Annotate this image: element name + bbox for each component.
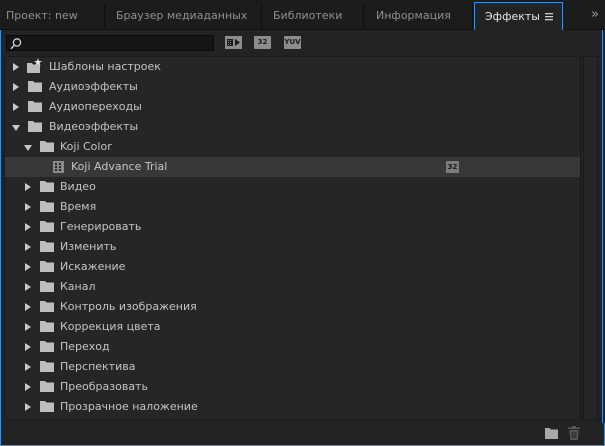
folder-icon [40,381,54,392]
expand-arrow-icon[interactable] [25,223,31,231]
folder-icon [40,341,54,352]
tree-row-label: Контроль изображения [60,300,197,313]
tree-row-color-correction[interactable]: Коррекция цвета [5,317,580,337]
new-bin-icon[interactable] [545,428,558,439]
tab-project[interactable]: Проект: new [6,2,106,29]
search-input[interactable] [25,36,211,50]
expand-arrow-icon[interactable] [25,403,31,411]
tree-row-image-control[interactable]: Контроль изображения [5,297,580,317]
preset-folder-icon [27,58,42,73]
tab-divider [104,4,105,28]
expand-arrow-icon[interactable] [25,243,31,251]
tree-row-audio-transitions[interactable]: Аудиопереходы [5,97,580,117]
tab-divider [363,4,364,28]
expand-arrow-icon[interactable] [13,103,19,111]
tree-row-generate[interactable]: Генерировать [5,217,580,237]
32bit-badge-icon: 32 [446,161,459,173]
32bit-effects-filter-button[interactable]: 32 [254,36,271,49]
tree-row-time[interactable]: Время [5,197,580,217]
expand-arrow-icon[interactable] [25,343,31,351]
tree-row-label: Аудиоэффекты [49,80,138,93]
effects-panel: Проект: new Браузер медиаданных Библиоте… [0,0,605,446]
tree-row-adjust[interactable]: Изменить [5,237,580,257]
tree-row-label: Аудиопереходы [49,100,142,113]
folder-icon [40,201,54,212]
tree-row-label: Канал [60,280,96,293]
folder-icon [40,321,54,332]
folder-icon [40,141,54,152]
folder-icon [40,241,54,252]
folder-icon [40,221,54,232]
effects-tree: Шаблоны настроек Аудиоэффекты Аудиоперех… [4,56,581,420]
expand-arrow-icon[interactable] [13,83,19,91]
folder-icon [40,301,54,312]
tree-row-label: Koji Color [60,140,112,153]
tab-effects-label: Эффекты [485,10,540,23]
expand-arrow-icon[interactable] [13,63,19,71]
folder-icon [40,281,54,292]
tab-divider [472,4,473,28]
expand-arrow-icon[interactable] [25,183,31,191]
folder-icon [40,181,54,192]
folder-icon [40,261,54,272]
tree-row-label: Искажение [60,260,126,273]
expand-arrow-icon[interactable] [25,303,31,311]
tree-row-koji-color[interactable]: Koji Color [5,137,580,157]
accelerated-effects-filter-button[interactable] [225,36,242,49]
tree-row-label: Перспектива [60,360,136,373]
effects-toolbar: 32 YUV [1,30,602,55]
tab-effects[interactable]: Эффекты [474,2,563,30]
tree-row-keying[interactable]: Прозрачное наложение [5,397,580,417]
tab-divider [261,4,262,28]
expand-arrow-icon[interactable] [25,363,31,371]
folder-icon [28,81,42,92]
trash-icon[interactable] [568,426,580,440]
search-field[interactable] [6,35,214,51]
expand-arrow-icon[interactable] [25,263,31,271]
search-icon [10,38,22,50]
expand-arrow-icon[interactable] [25,323,31,331]
tree-row-label: Видеоэффекты [49,120,139,133]
folder-icon [40,401,54,412]
tree-row-label: Генерировать [60,220,142,233]
tab-media-browser[interactable]: Браузер медиаданных [116,2,256,29]
tab-info[interactable]: Информация [376,2,466,29]
tree-row-label: Прозрачное наложение [60,400,198,413]
yuv-effects-filter-button[interactable]: YUV [284,36,301,49]
accelerated-effects-icon [225,36,242,49]
tree-row-label: Коррекция цвета [60,320,161,333]
collapse-arrow-icon[interactable] [24,145,32,151]
tree-row-label: Время [60,200,97,213]
vertical-scrollbar[interactable] [583,56,598,420]
expand-arrow-icon[interactable] [25,283,31,291]
tree-row-label: Преобразовать [60,380,148,393]
tree-row-presets[interactable]: Шаблоны настроек [5,57,580,77]
tree-row-label: Изменить [60,240,117,253]
tab-libraries[interactable]: Библиотеки [273,2,363,29]
folder-icon [28,121,42,132]
expand-arrow-icon[interactable] [25,203,31,211]
panel-tab-bar: Проект: new Браузер медиаданных Библиоте… [0,0,605,30]
tree-row-channel[interactable]: Канал [5,277,580,297]
tree-row-label: Видео [60,180,96,193]
expand-arrow-icon[interactable] [25,383,31,391]
tree-row-label: Шаблоны настроек [49,60,161,73]
tree-row-transition[interactable]: Переход [5,337,580,357]
effects-bottom-bar [0,423,605,446]
tree-row-video-effects[interactable]: Видеоэффекты [5,117,580,137]
tree-row-label: Koji Advance Trial [71,160,168,173]
tree-row-label: Переход [60,340,110,353]
folder-icon [28,101,42,112]
tree-row-transform[interactable]: Преобразовать [5,377,580,397]
collapse-arrow-icon[interactable] [12,125,20,131]
effect-icon [53,161,64,173]
tree-row-video[interactable]: Видео [5,177,580,197]
tree-row-distort[interactable]: Искажение [5,257,580,277]
double-chevron-right-icon[interactable]: » [591,8,599,22]
tree-row-perspective[interactable]: Перспектива [5,357,580,377]
tree-row-audio-effects[interactable]: Аудиоэффекты [5,77,580,97]
tree-row-koji-advance-trial[interactable]: Koji Advance Trial 32 [5,157,580,177]
folder-icon [40,361,54,372]
effects-content: 32 YUV Шаблоны настроек Аудиоэффекты Ауд… [0,30,603,423]
